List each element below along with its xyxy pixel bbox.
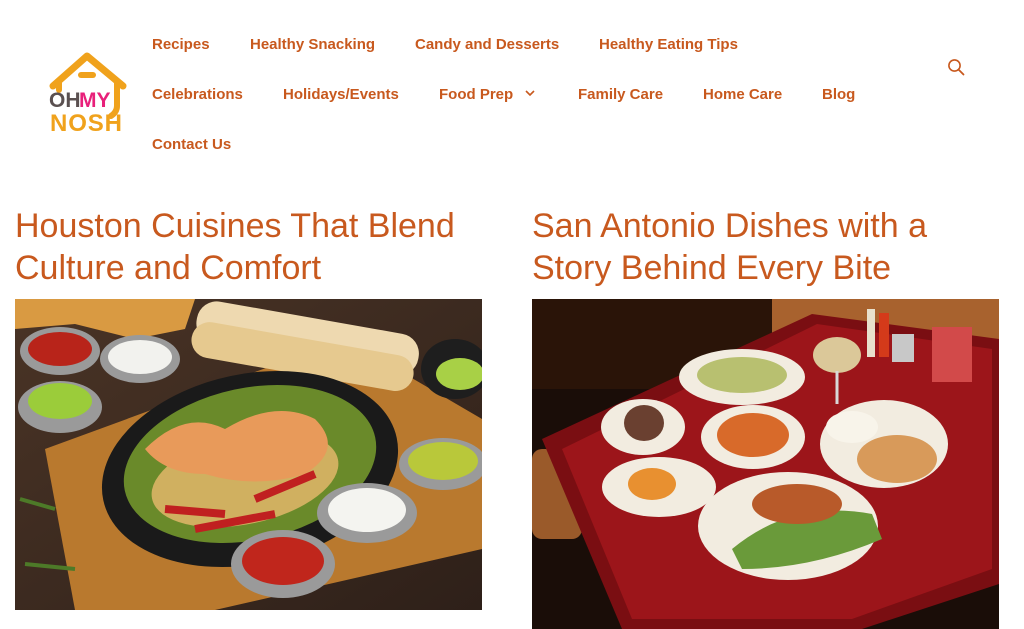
nav-item-healthy-snacking[interactable]: Healthy Snacking — [250, 36, 375, 54]
logo-text-oh: OH — [49, 89, 81, 112]
logo-text-nosh: NOSH — [50, 110, 122, 134]
nav-item-family-care[interactable]: Family Care — [578, 86, 663, 104]
nav-item-candy-and-desserts[interactable]: Candy and Desserts — [415, 36, 559, 54]
site-logo[interactable]: OH MY NOSH — [49, 50, 129, 134]
nav-item-home-care[interactable]: Home Care — [703, 86, 782, 104]
nav-item-blog[interactable]: Blog — [822, 86, 855, 104]
nav-item-food-prep[interactable]: Food Prep — [439, 86, 513, 104]
logo-text-my: MY — [79, 89, 111, 112]
fajitas-with-shrimp-image[interactable] — [15, 299, 482, 610]
post-title[interactable]: Houston Cuisines That Blend Culture and … — [15, 205, 495, 289]
chevron-down-icon[interactable] — [524, 86, 536, 104]
nav-item-contact-us[interactable]: Contact Us — [152, 136, 231, 154]
nav-item-recipes[interactable]: Recipes — [152, 36, 210, 54]
nav-item-holidays-events[interactable]: Holidays/Events — [283, 86, 399, 104]
nav-item-healthy-eating-tips[interactable]: Healthy Eating Tips — [599, 36, 738, 54]
logo-graphic: OH MY NOSH — [49, 52, 127, 134]
nav-item-celebrations[interactable]: Celebrations — [152, 86, 243, 104]
mexican-dinner-table-image[interactable] — [532, 299, 999, 629]
post-title[interactable]: San Antonio Dishes with a Story Behind E… — [532, 205, 1012, 289]
search-icon[interactable] — [947, 58, 966, 77]
